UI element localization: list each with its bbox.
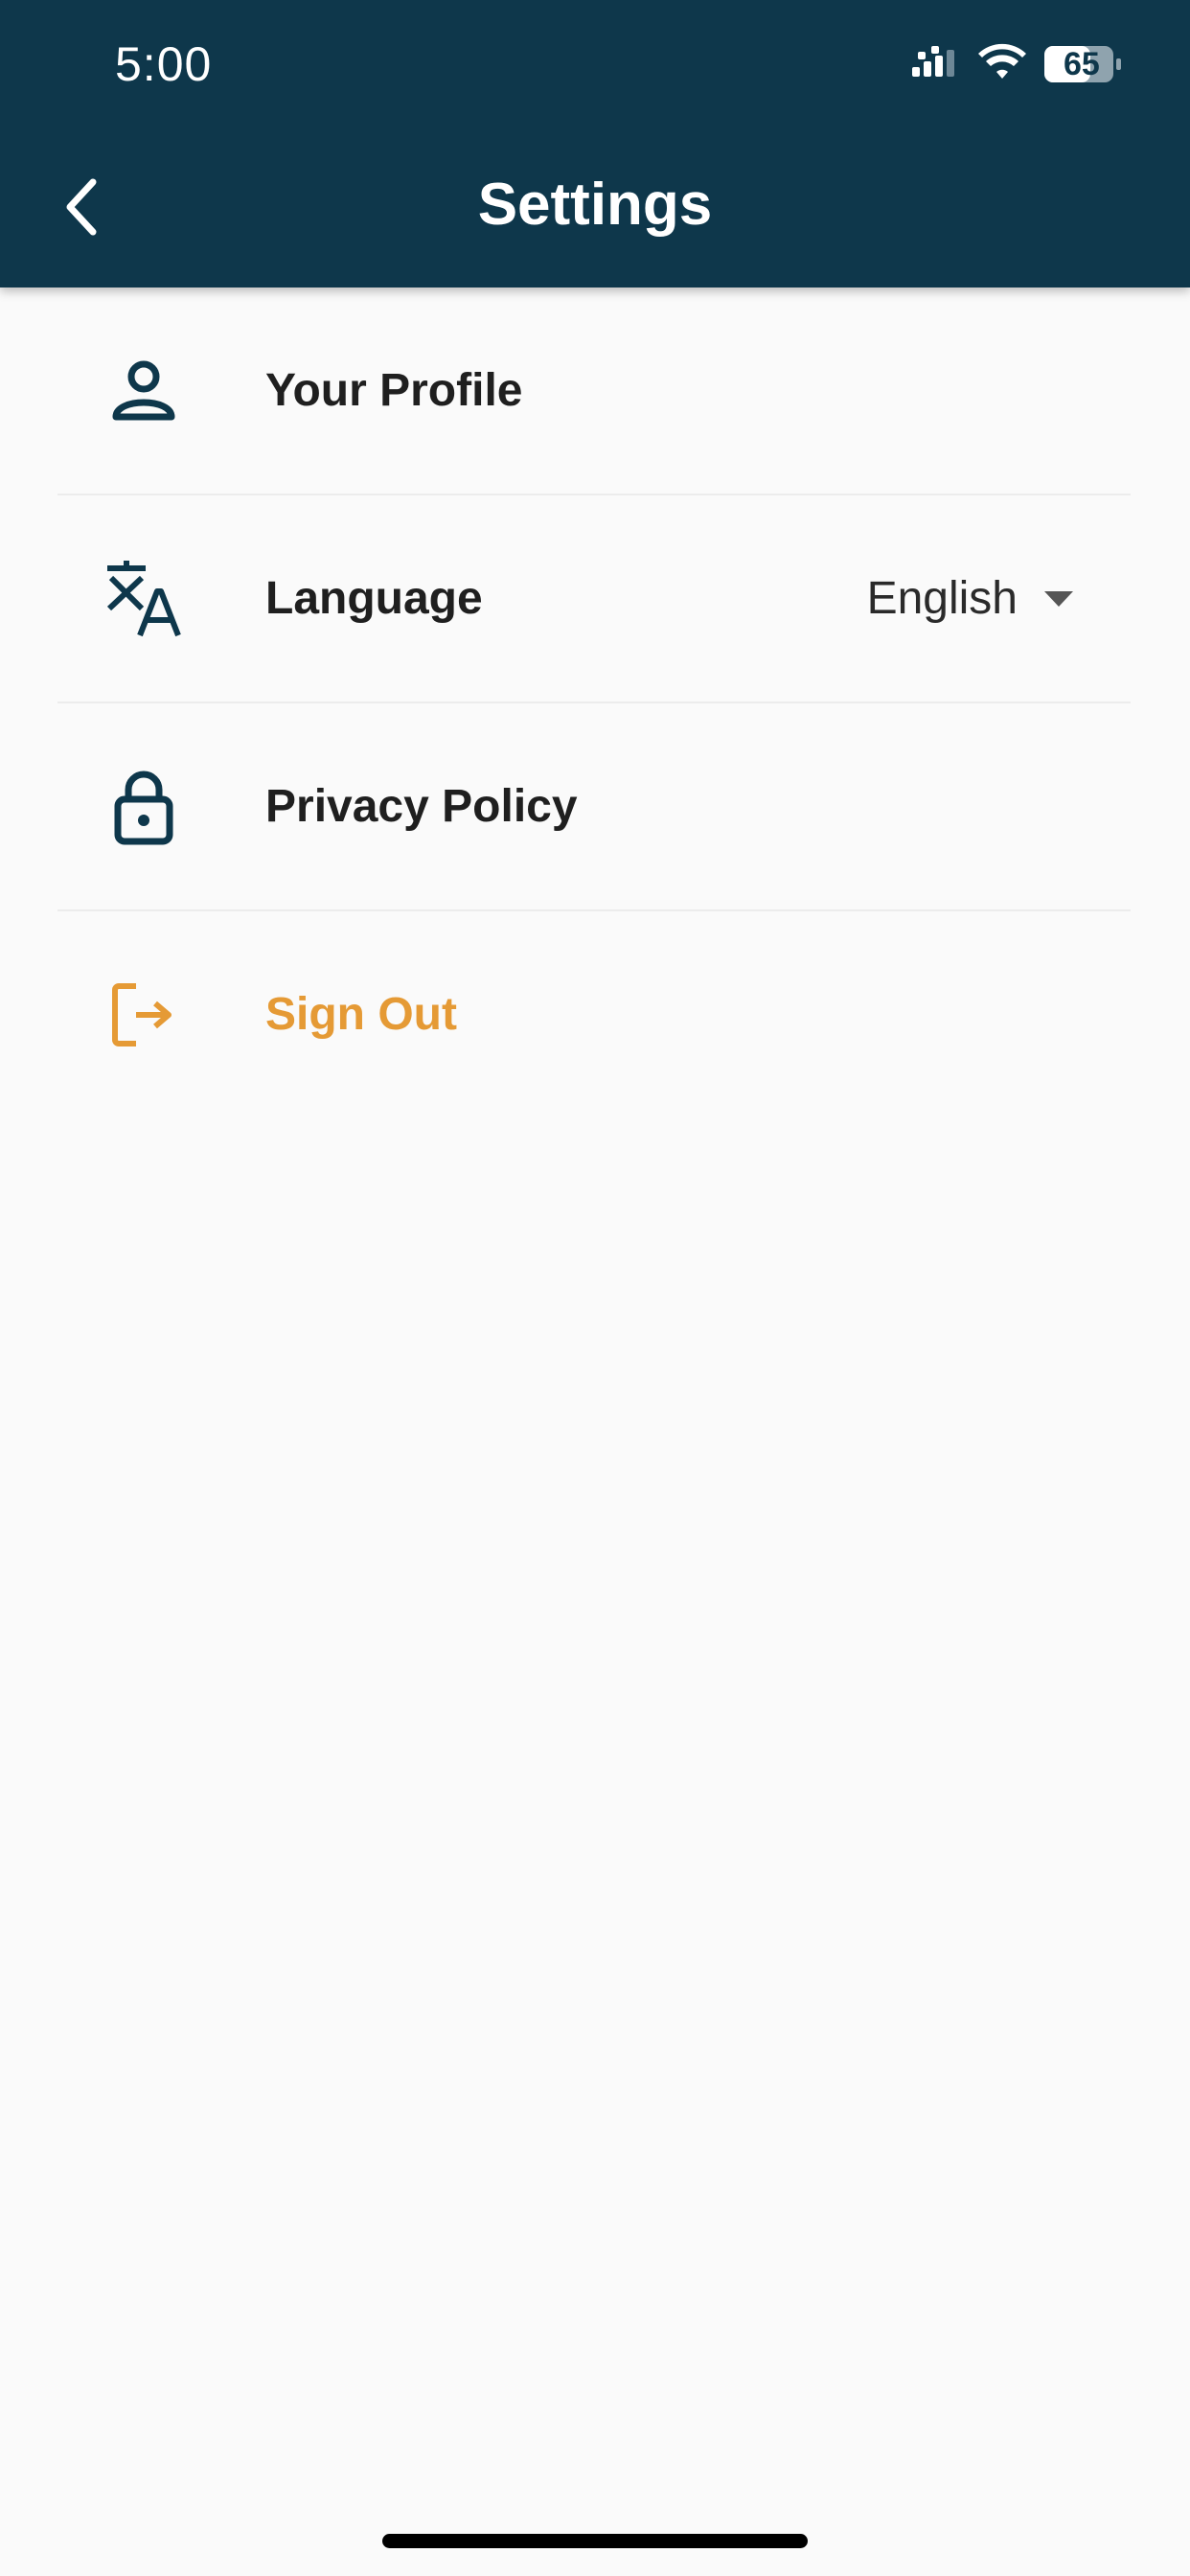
app-header: 5:00 65 Settings bbox=[0, 0, 1190, 288]
settings-item-label: Sign Out bbox=[265, 989, 457, 1040]
sign-out-button[interactable]: Sign Out bbox=[57, 911, 1131, 1117]
translate-icon bbox=[103, 559, 184, 639]
battery-level: 65 bbox=[1064, 46, 1100, 82]
person-icon bbox=[103, 351, 184, 431]
settings-item-label: Privacy Policy bbox=[265, 781, 578, 832]
home-indicator[interactable] bbox=[382, 2534, 808, 2548]
settings-list: Your Profile Language English Privacy Po… bbox=[57, 288, 1131, 1117]
sign-out-icon bbox=[103, 975, 184, 1055]
page-title: Settings bbox=[477, 172, 713, 238]
settings-item-label: Your Profile bbox=[265, 365, 523, 416]
status-time: 5:00 bbox=[115, 37, 213, 91]
settings-item-privacy-policy[interactable]: Privacy Policy bbox=[57, 703, 1131, 911]
settings-item-your-profile[interactable]: Your Profile bbox=[57, 288, 1131, 495]
settings-item-language[interactable]: Language English bbox=[57, 495, 1131, 703]
caret-down-icon bbox=[1044, 590, 1073, 607]
signal-icon bbox=[912, 46, 954, 77]
language-value: English bbox=[866, 573, 1018, 624]
lock-icon bbox=[103, 767, 184, 847]
wifi-icon bbox=[978, 43, 1026, 79]
settings-item-label: Language bbox=[265, 573, 483, 624]
status-icons: 65 bbox=[912, 42, 1133, 88]
language-select[interactable]: English bbox=[867, 572, 1073, 625]
